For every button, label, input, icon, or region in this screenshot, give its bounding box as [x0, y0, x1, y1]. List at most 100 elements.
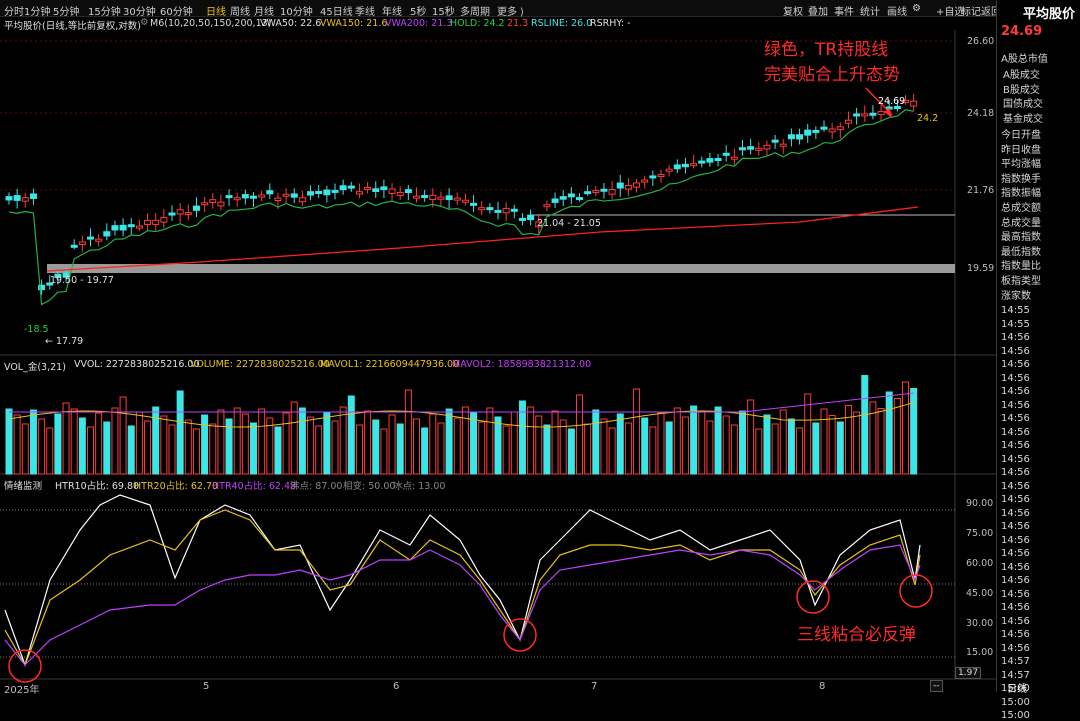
- scroll-more-button[interactable]: --: [930, 680, 943, 692]
- vwa50-label: VWA50: 22.6: [260, 18, 322, 29]
- candlestick: [347, 185, 355, 189]
- volume-bar: [486, 407, 494, 475]
- candlestick: [233, 197, 241, 201]
- volume-bar: [404, 389, 412, 475]
- candlestick: [103, 231, 111, 237]
- panel-time: 14:56: [1001, 467, 1030, 478]
- volume-bar: [910, 388, 918, 475]
- candlestick: [796, 134, 804, 140]
- bottom-value-box: 1.97: [955, 667, 982, 679]
- candlestick: [298, 197, 306, 203]
- volume-bar: [413, 418, 420, 475]
- volume-bar: [217, 409, 225, 475]
- volume-bar: [364, 410, 372, 475]
- candlestick: [111, 225, 119, 231]
- volume-bar: [119, 396, 127, 475]
- volume-bar: [706, 420, 714, 475]
- candlestick: [494, 209, 502, 213]
- stock-chart[interactable]: [0, 0, 996, 692]
- candlestick: [828, 128, 836, 133]
- annotation-tr-line-2: 完美贴合上升态势: [764, 65, 900, 85]
- candlestick: [168, 212, 176, 216]
- candlestick: [478, 207, 486, 211]
- volume-bar: [282, 412, 290, 475]
- panel-time: 14:56: [1001, 507, 1030, 519]
- panel-time: 15:00: [1001, 710, 1030, 721]
- volume-bar: [307, 416, 315, 475]
- panel-item: 最高指数: [1001, 232, 1041, 244]
- volume-bar: [380, 428, 388, 475]
- volume-bar: [478, 421, 486, 475]
- volume-bar: [844, 405, 852, 475]
- candlestick: [144, 219, 152, 225]
- htr10-line: [4, 494, 921, 667]
- volume-bar: [763, 414, 771, 475]
- mavol2-line: [9, 392, 914, 413]
- candlestick: [323, 189, 331, 196]
- candlestick: [70, 244, 78, 248]
- volume-bar: [347, 395, 355, 475]
- volume-bar: [657, 412, 665, 475]
- volume-bar: [184, 419, 192, 475]
- volume-bar: [396, 423, 404, 475]
- volume-bar: [584, 423, 592, 475]
- volume-bar: [470, 412, 478, 475]
- candlestick: [853, 113, 861, 117]
- candlestick: [21, 197, 29, 202]
- volume-bar: [673, 407, 681, 475]
- sent-tick: 60.00: [966, 558, 994, 569]
- panel-time: 14:56: [1001, 534, 1030, 546]
- volume-bar: [698, 411, 706, 475]
- volume-bar: [127, 425, 135, 475]
- candlestick: [747, 146, 755, 150]
- volume-bar: [168, 424, 176, 475]
- main-chart-title: 平均股价(日线,等比前复权,对数): [4, 21, 141, 32]
- panel-time: 14:56: [1001, 426, 1030, 438]
- min-price-label: 17.79: [56, 336, 84, 347]
- volume-bar: [250, 422, 257, 475]
- volume-bar: [298, 407, 306, 475]
- panel-time: 14:56: [1001, 548, 1030, 559]
- candlestick: [510, 208, 518, 212]
- volume-bar: [755, 428, 763, 475]
- sent-tick: 15.00: [966, 647, 994, 658]
- candlestick: [755, 147, 763, 151]
- candlestick: [641, 179, 649, 183]
- vol-title: VOL_金(3,21): [4, 362, 66, 373]
- volume-bar: [592, 409, 600, 475]
- panel-time: 14:56: [1001, 480, 1030, 492]
- volume-bar: [266, 417, 274, 475]
- gear-icon[interactable]: ⚙: [140, 17, 149, 28]
- sent-title: 情绪监测: [4, 481, 43, 492]
- panel-time: 14:55: [1001, 318, 1030, 330]
- hold-label: HOLD: 24.2: [450, 18, 505, 29]
- phase-label: 相变: 50.00: [343, 481, 396, 492]
- rsrhy-label: RSRHY: -: [590, 18, 631, 29]
- high-price-label: 24.69: [878, 96, 906, 107]
- volume-bar: [241, 413, 249, 475]
- volume-bar: [641, 417, 649, 475]
- volume-bar: [608, 427, 616, 475]
- volume-bar: [78, 417, 86, 475]
- x-tick: 6: [393, 681, 400, 692]
- panel-title: 平均股价: [1022, 7, 1075, 22]
- candlestick: [869, 112, 877, 116]
- panel-item: 板指类型: [1001, 276, 1041, 287]
- candlestick: [461, 199, 469, 203]
- candlestick: [698, 160, 706, 164]
- candlestick: [502, 208, 510, 214]
- x-tick: 7: [591, 681, 598, 692]
- vwa150-label: VWA150: 21.6: [320, 18, 388, 29]
- candlestick: [78, 241, 86, 246]
- candlestick: [396, 191, 404, 196]
- volume-bar: [714, 406, 722, 475]
- candlestick: [722, 152, 730, 156]
- volume-bar: [258, 408, 266, 475]
- bottom-tab-daily[interactable]: 日线: [1007, 680, 1027, 695]
- volume-bar: [502, 425, 510, 475]
- x-tick: 2025年: [4, 685, 40, 696]
- volume-bar: [804, 393, 812, 475]
- price-tick: 19.59: [967, 263, 995, 274]
- candlestick: [730, 156, 738, 160]
- candlestick: [665, 168, 673, 172]
